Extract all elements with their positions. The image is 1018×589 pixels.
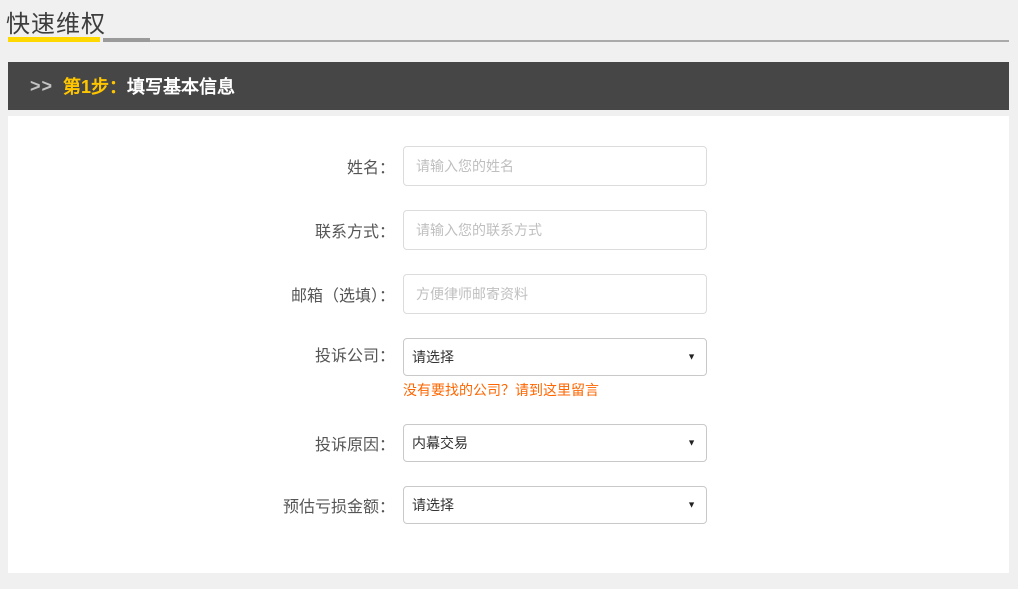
form-row-reason: 投诉原因： 内幕交易 ▼ [8,424,1009,462]
form-row-name: 姓名： [8,146,1009,186]
page-title: 快速维权 [6,4,106,39]
email-input[interactable] [403,274,707,314]
double-chevron-icon: >> [30,76,53,97]
company-feedback-link[interactable]: 没有要找的公司？请到这里留言 [403,380,599,400]
step-separator: ： [109,73,127,99]
step-number: 第1步 [63,73,109,99]
name-input[interactable] [403,146,707,186]
form-row-email: 邮箱（选填）： [8,274,1009,314]
name-label: 姓名： [8,154,395,178]
company-control-column: 请选择 ▼ 没有要找的公司？请到这里留言 [403,338,707,400]
basic-info-form: 姓名： 联系方式： 邮箱（选填）： 投诉公司： 请选择 ▼ [8,146,1009,524]
form-row-company: 投诉公司： 请选择 ▼ 没有要找的公司？请到这里留言 [8,338,1009,400]
title-underline-accent [8,37,100,42]
company-select[interactable]: 请选择 [403,338,707,376]
company-label: 投诉公司： [8,338,395,376]
loss-amount-select[interactable]: 请选择 [403,486,707,524]
contact-input[interactable] [403,210,707,250]
page: 快速维权 >> 第1步 ： 填写基本信息 姓名： 联系方式： 邮箱（选填）： 投… [0,0,1018,589]
reason-select-wrap: 内幕交易 ▼ [403,424,707,462]
reason-select[interactable]: 内幕交易 [403,424,707,462]
step-title: 填写基本信息 [127,73,235,99]
reason-control-column: 内幕交易 ▼ [403,424,707,462]
title-underline-rule [150,40,1009,42]
email-label: 邮箱（选填）： [8,282,395,306]
loss-amount-select-wrap: 请选择 ▼ [403,486,707,524]
form-row-loss-amount: 预估亏损金额： 请选择 ▼ [8,486,1009,524]
step-header-bar: >> 第1步 ： 填写基本信息 [8,62,1009,110]
form-panel: 姓名： 联系方式： 邮箱（选填）： 投诉公司： 请选择 ▼ [8,116,1009,573]
reason-label: 投诉原因： [8,431,395,455]
company-select-wrap: 请选择 ▼ [403,338,707,376]
form-row-contact: 联系方式： [8,210,1009,250]
loss-amount-label: 预估亏损金额： [8,493,395,517]
contact-label: 联系方式： [8,218,395,242]
loss-amount-control-column: 请选择 ▼ [403,486,707,524]
title-underline-secondary [103,38,150,42]
